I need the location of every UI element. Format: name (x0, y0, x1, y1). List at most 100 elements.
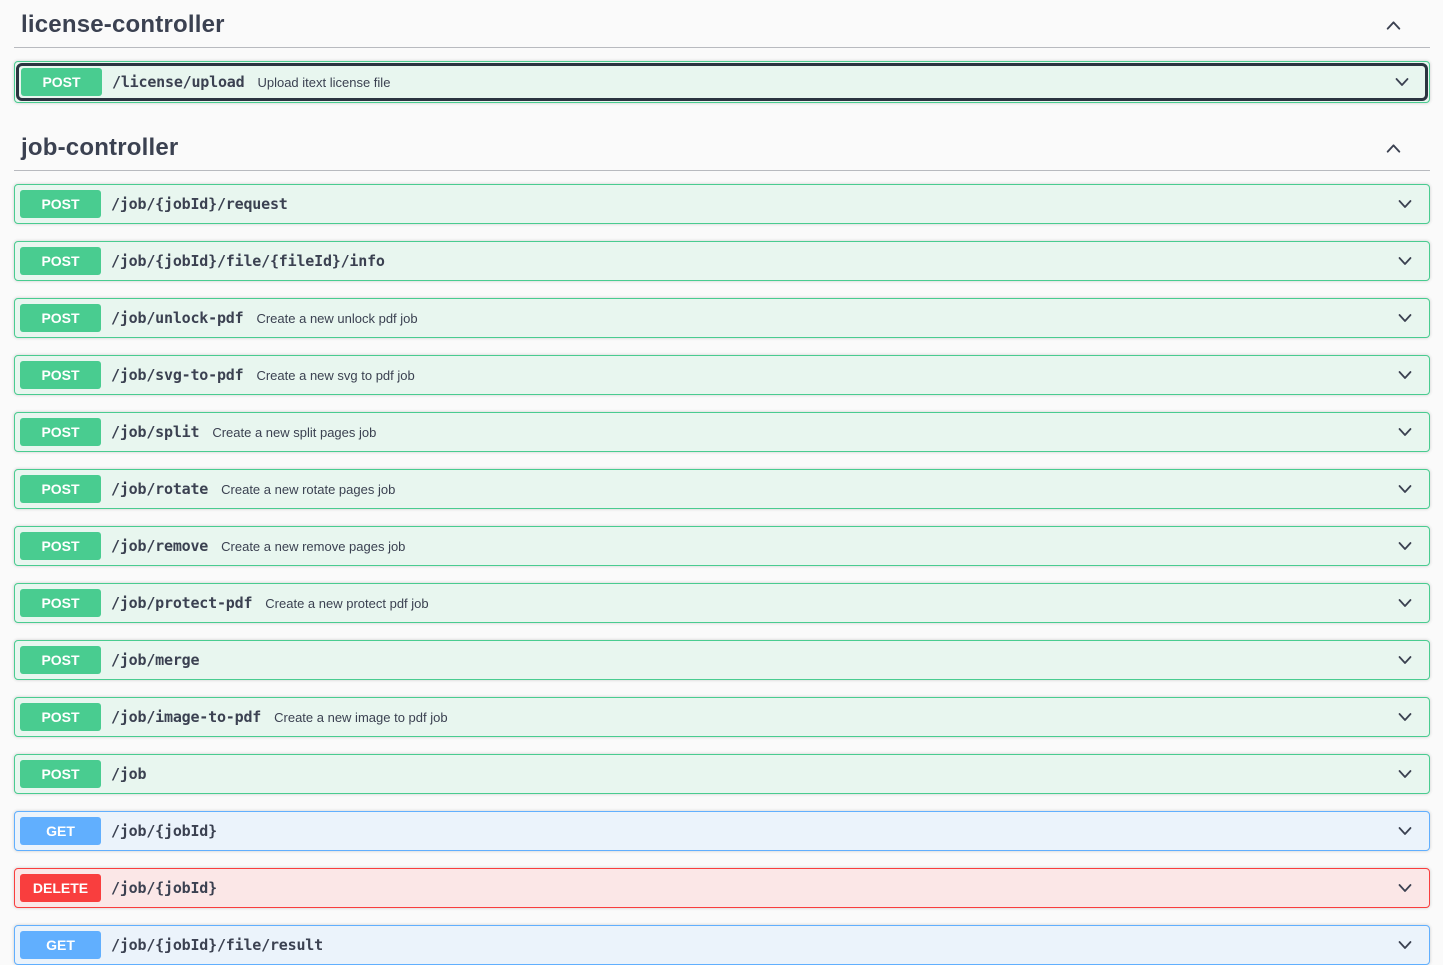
operation-path: /job/{jobId}/file/result (111, 936, 323, 954)
section-divider (14, 170, 1430, 171)
operation-summary-bar[interactable]: GET /job/{jobId} (15, 812, 1429, 850)
operation-row: GET /job/{jobId}/file/result (14, 925, 1430, 965)
http-method-badge: POST (20, 475, 101, 503)
operation-path: /license/upload (112, 73, 244, 91)
operation-summary-bar[interactable]: GET /job/{jobId}/file/result (15, 926, 1429, 964)
operation-expand-button[interactable] (1395, 878, 1415, 898)
operation-row: POST /license/upload Upload itext licens… (14, 61, 1430, 103)
operation-description: Create a new rotate pages job (221, 482, 395, 497)
chevron-down-icon (1395, 878, 1415, 898)
operation-summary-bar[interactable]: POST /job/split Create a new split pages… (15, 413, 1429, 451)
operation-summary-bar[interactable]: POST /license/upload Upload itext licens… (16, 63, 1428, 101)
section-header[interactable]: license-controller (14, 2, 1430, 47)
operation-path: /job/remove (111, 537, 208, 555)
operation-description: Create a new svg to pdf job (256, 368, 414, 383)
operation-path: /job/svg-to-pdf (111, 366, 243, 384)
section-title: license-controller (21, 11, 225, 39)
http-method-badge: POST (20, 247, 101, 275)
operation-expand-button[interactable] (1395, 194, 1415, 214)
operation-summary-bar[interactable]: POST /job/{jobId}/request (15, 185, 1429, 223)
section-header[interactable]: job-controller (14, 125, 1430, 170)
chevron-down-icon (1395, 479, 1415, 499)
chevron-down-icon (1395, 650, 1415, 670)
chevron-up-icon (1383, 15, 1404, 36)
chevron-down-icon (1395, 935, 1415, 955)
http-method-badge: POST (20, 532, 101, 560)
operation-path: /job/{jobId}/file/{fileId}/info (111, 252, 385, 270)
operation-row: POST /job/{jobId}/file/{fileId}/info (14, 241, 1430, 281)
operation-expand-button[interactable] (1392, 72, 1412, 92)
api-section-license-controller: license-controller POST /license/upload … (14, 0, 1430, 103)
chevron-down-icon (1392, 72, 1412, 92)
operation-expand-button[interactable] (1395, 365, 1415, 385)
operation-summary-bar[interactable]: POST /job/protect-pdf Create a new prote… (15, 584, 1429, 622)
operation-summary-bar[interactable]: POST /job/remove Create a new remove pag… (15, 527, 1429, 565)
operation-expand-button[interactable] (1395, 935, 1415, 955)
http-method-badge: POST (21, 68, 102, 96)
operation-description: Create a new image to pdf job (274, 710, 447, 725)
chevron-down-icon (1395, 536, 1415, 556)
operation-summary-bar[interactable]: POST /job/unlock-pdf Create a new unlock… (15, 299, 1429, 337)
operation-expand-button[interactable] (1395, 593, 1415, 613)
operation-row: POST /job/unlock-pdf Create a new unlock… (14, 298, 1430, 338)
operation-summary-bar[interactable]: POST /job/merge (15, 641, 1429, 679)
operation-row: POST /job/rotate Create a new rotate pag… (14, 469, 1430, 509)
chevron-down-icon (1395, 422, 1415, 442)
section-title: job-controller (21, 134, 178, 162)
operation-description: Upload itext license file (257, 75, 390, 90)
operation-row: POST /job/protect-pdf Create a new prote… (14, 583, 1430, 623)
section-collapse-button[interactable] (1383, 138, 1404, 159)
operation-path: /job/split (111, 423, 199, 441)
operation-row: GET /job/{jobId} (14, 811, 1430, 851)
operation-expand-button[interactable] (1395, 308, 1415, 328)
operation-row: POST /job/{jobId}/request (14, 184, 1430, 224)
operation-row: POST /job/split Create a new split pages… (14, 412, 1430, 452)
chevron-down-icon (1395, 764, 1415, 784)
operation-path: /job/unlock-pdf (111, 309, 243, 327)
http-method-badge: DELETE (20, 874, 101, 902)
section-operations: POST /job/{jobId}/request POST /job/{job… (14, 184, 1430, 965)
operation-row: POST /job/remove Create a new remove pag… (14, 526, 1430, 566)
http-method-badge: POST (20, 646, 101, 674)
operation-description: Create a new remove pages job (221, 539, 405, 554)
operation-path: /job/{jobId} (111, 822, 217, 840)
operation-expand-button[interactable] (1395, 536, 1415, 556)
api-section-job-controller: job-controller POST /job/{jobId}/request (14, 120, 1430, 965)
operation-path: /job/rotate (111, 480, 208, 498)
operation-expand-button[interactable] (1395, 764, 1415, 784)
http-method-badge: GET (20, 817, 101, 845)
operation-path: /job/{jobId}/request (111, 195, 288, 213)
operation-row: DELETE /job/{jobId} (14, 868, 1430, 908)
operation-expand-button[interactable] (1395, 650, 1415, 670)
operation-path: /job/{jobId} (111, 879, 217, 897)
operation-description: Create a new protect pdf job (265, 596, 428, 611)
operation-expand-button[interactable] (1395, 251, 1415, 271)
operation-summary-bar[interactable]: POST /job/image-to-pdf Create a new imag… (15, 698, 1429, 736)
operation-summary-bar[interactable]: POST /job/rotate Create a new rotate pag… (15, 470, 1429, 508)
operation-description: Create a new split pages job (212, 425, 376, 440)
http-method-badge: POST (20, 760, 101, 788)
api-operations-list: license-controller POST /license/upload … (0, 0, 1443, 965)
http-method-badge: POST (20, 304, 101, 332)
http-method-badge: POST (20, 589, 101, 617)
section-collapse-button[interactable] (1383, 15, 1404, 36)
operation-summary-bar[interactable]: DELETE /job/{jobId} (15, 869, 1429, 907)
chevron-down-icon (1395, 821, 1415, 841)
chevron-down-icon (1395, 593, 1415, 613)
operation-expand-button[interactable] (1395, 821, 1415, 841)
section-divider (14, 47, 1430, 48)
operation-summary-bar[interactable]: POST /job (15, 755, 1429, 793)
operation-path: /job/image-to-pdf (111, 708, 261, 726)
operation-summary-bar[interactable]: POST /job/{jobId}/file/{fileId}/info (15, 242, 1429, 280)
http-method-badge: GET (20, 931, 101, 959)
operation-description: Create a new unlock pdf job (256, 311, 417, 326)
http-method-badge: POST (20, 190, 101, 218)
operation-expand-button[interactable] (1395, 707, 1415, 727)
operation-summary-bar[interactable]: POST /job/svg-to-pdf Create a new svg to… (15, 356, 1429, 394)
operation-expand-button[interactable] (1395, 422, 1415, 442)
operation-expand-button[interactable] (1395, 479, 1415, 499)
chevron-down-icon (1395, 251, 1415, 271)
chevron-down-icon (1395, 308, 1415, 328)
chevron-up-icon (1383, 138, 1404, 159)
operation-row: POST /job/merge (14, 640, 1430, 680)
